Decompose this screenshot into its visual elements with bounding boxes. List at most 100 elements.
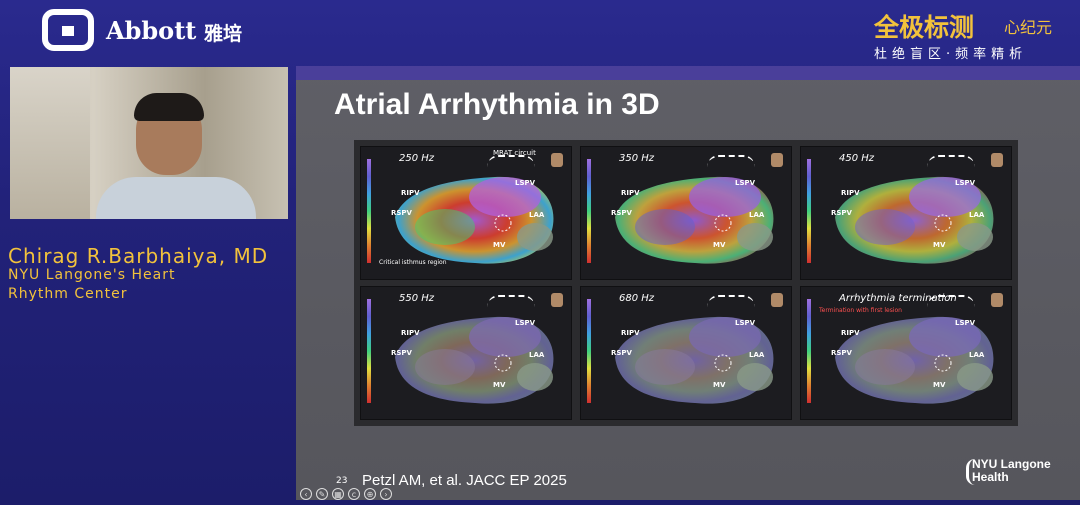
label-lspv: LSPV (735, 179, 756, 187)
circuit-arrow-icon (487, 295, 535, 307)
label-rspv: RSPV (831, 349, 852, 357)
label-ripv: RIPV (621, 189, 640, 197)
activation-region (415, 349, 475, 385)
label-lspv: LSPV (955, 319, 976, 327)
termination-note: Termination with first lesion (819, 307, 902, 314)
label-lspv: LSPV (735, 319, 756, 327)
isthmus-note: Critical isthmus region (379, 259, 447, 266)
activation-map-figure: 250 Hz RIPV RSPV LSPV LAA MV MRAT circui… (354, 140, 1018, 426)
brand-name-cn: 雅培 (204, 23, 243, 45)
presentation-toolbar: ‹ ✎ ▦ c ⊕ › (300, 488, 392, 502)
activation-region (415, 209, 475, 245)
label-ripv: RIPV (401, 189, 420, 197)
speaker-video (10, 67, 288, 219)
appendage-shape (737, 223, 773, 251)
frequency-label: 680 Hz (619, 293, 655, 304)
background-shelf (10, 67, 90, 219)
frequency-label: 450 Hz (839, 153, 875, 164)
label-mv: MV (493, 241, 506, 249)
map-panel: 350 Hz RIPV RSPV LSPV LAA MV (580, 146, 792, 280)
cc-icon[interactable]: c (348, 488, 360, 500)
torso-orientation-icon (551, 153, 563, 167)
zoom-icon[interactable]: ⊕ (364, 488, 376, 500)
map-panel: 250 Hz RIPV RSPV LSPV LAA MV MRAT circui… (360, 146, 572, 280)
map-panel: 550 Hz RIPV RSPV LSPV LAA MV (360, 286, 572, 420)
brand-name: Abbott (106, 16, 197, 45)
label-ripv: RIPV (841, 189, 860, 197)
appendage-shape (737, 363, 773, 391)
circuit-label: MRAT circuit (493, 149, 536, 157)
appendage-shape (517, 363, 553, 391)
map-panel: 450 Hz RIPV RSPV LSPV LAA MV (800, 146, 1012, 280)
event-headline: 全极标测 (874, 13, 975, 42)
label-laa: LAA (969, 211, 985, 219)
next-icon[interactable]: › (380, 488, 392, 500)
torso-orientation-icon (991, 153, 1003, 167)
frequency-label: 250 Hz (399, 153, 435, 164)
event-subtitle: 杜绝盲区·频率精析 (874, 47, 1028, 62)
label-mv: MV (713, 241, 726, 249)
label-laa: LAA (529, 211, 545, 219)
activation-region (855, 349, 915, 385)
activation-region (635, 209, 695, 245)
label-mv: MV (713, 381, 726, 389)
frequency-label: 550 Hz (399, 293, 435, 304)
color-scale-bar (807, 299, 811, 403)
color-scale-bar (587, 299, 591, 403)
label-lspv: LSPV (955, 179, 976, 187)
label-mv: MV (933, 241, 946, 249)
label-lspv: LSPV (515, 179, 536, 187)
label-rspv: RSPV (391, 349, 412, 357)
label-rspv: RSPV (391, 209, 412, 217)
slide-top-bar (296, 66, 1080, 80)
color-scale-bar (587, 159, 591, 263)
presentation-slide: Atrial Arrhythmia in 3D 250 Hz RIPV RSPV… (296, 66, 1080, 500)
pen-icon[interactable]: ✎ (316, 488, 328, 500)
label-ripv: RIPV (841, 329, 860, 337)
label-rspv: RSPV (831, 209, 852, 217)
torso-orientation-icon (991, 293, 1003, 307)
circuit-arrow-icon (707, 295, 755, 307)
torso-orientation-icon (551, 293, 563, 307)
speaker-hair (134, 93, 204, 121)
color-scale-bar (367, 159, 371, 263)
label-laa: LAA (749, 351, 765, 359)
label-lspv: LSPV (515, 319, 536, 327)
appendage-shape (517, 223, 553, 251)
label-ripv: RIPV (401, 329, 420, 337)
torso-orientation-icon (771, 153, 783, 167)
label-rspv: RSPV (611, 209, 632, 217)
label-laa: LAA (969, 351, 985, 359)
appendage-shape (957, 363, 993, 391)
appendage-shape (957, 223, 993, 251)
abbott-logo-icon (42, 9, 94, 51)
grid-icon[interactable]: ▦ (332, 488, 344, 500)
frequency-label: 350 Hz (619, 153, 655, 164)
slide-title: Atrial Arrhythmia in 3D (334, 88, 660, 121)
slide-citation: Petzl AM, et al. JACC EP 2025 (362, 472, 567, 489)
map-panel: Arrhythmia termination RIPV RSPV LSPV LA… (800, 286, 1012, 420)
speaker-affiliation-line2: Rhythm Center (8, 286, 128, 302)
circuit-arrow-icon (707, 155, 755, 167)
activation-region (855, 209, 915, 245)
label-mv: MV (493, 381, 506, 389)
nyu-logo-text: NYU Langone Health (972, 458, 1051, 484)
color-scale-bar (367, 299, 371, 403)
circuit-arrow-icon (927, 155, 975, 167)
map-panel: 680 Hz RIPV RSPV LSPV LAA MV (580, 286, 792, 420)
color-scale-bar (807, 159, 811, 263)
speaker-name: Chirag R.Barbhaiya, MD (8, 244, 269, 268)
label-rspv: RSPV (611, 349, 632, 357)
label-laa: LAA (529, 351, 545, 359)
label-laa: LAA (749, 211, 765, 219)
event-headline-suffix: 心纪元 (1004, 18, 1053, 37)
torso-orientation-icon (771, 293, 783, 307)
prev-icon[interactable]: ‹ (300, 488, 312, 500)
speaker-body (96, 177, 256, 219)
nyu-logo-line2: Health (972, 470, 1009, 484)
label-mv: MV (933, 381, 946, 389)
label-ripv: RIPV (621, 329, 640, 337)
frequency-label: Arrhythmia termination (839, 293, 957, 304)
slide-page-number: 23 (336, 476, 348, 486)
activation-region (635, 349, 695, 385)
